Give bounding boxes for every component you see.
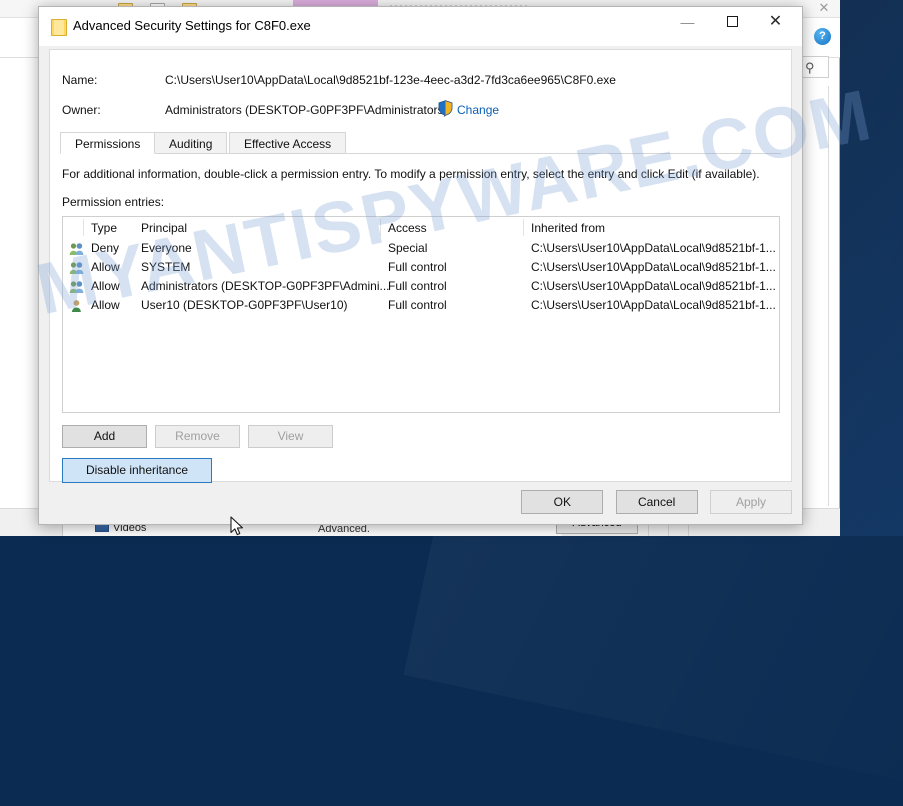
apply-button: Apply xyxy=(710,490,792,514)
background-close-icon[interactable]: ✕ xyxy=(816,1,832,15)
cell-inherited-from: C:\Users\User10\AppData\Local\9d8521bf-1… xyxy=(531,279,776,293)
table-row[interactable]: Allow SYSTEM Full control C:\Users\User1… xyxy=(63,258,779,277)
column-divider xyxy=(380,219,381,236)
cell-inherited-from: C:\Users\User10\AppData\Local\9d8521bf-1… xyxy=(531,241,776,255)
permission-entries-label: Permission entries: xyxy=(62,195,165,209)
user-icon xyxy=(72,300,81,312)
info-text: For additional information, double-click… xyxy=(62,167,760,181)
ok-button[interactable]: OK xyxy=(521,490,604,514)
group-icon xyxy=(69,281,84,293)
cell-access: Full control xyxy=(388,298,447,312)
view-button: View xyxy=(248,425,333,448)
name-value: C:\Users\User10\AppData\Local\9d8521bf-1… xyxy=(165,73,616,87)
dialog-body: Name: C:\Users\User10\AppData\Local\9d85… xyxy=(49,49,792,536)
group-icon xyxy=(69,243,84,255)
group-icon xyxy=(69,262,84,274)
tab-strip: Permissions Auditing Effective Access xyxy=(60,132,781,154)
name-label: Name: xyxy=(62,73,98,87)
cancel-button[interactable]: Cancel xyxy=(615,490,698,514)
minimize-icon: — xyxy=(680,14,695,30)
cell-principal: SYSTEM xyxy=(141,260,191,274)
dialog-title: Advanced Security Settings for C8F0.exe xyxy=(73,18,311,33)
cell-principal: Administrators (DESKTOP-G0PF3PF\Admini..… xyxy=(141,279,390,293)
cell-access: Special xyxy=(388,241,428,255)
table-header-row: Type Principal Access Inherited from xyxy=(63,217,779,239)
cell-inherited-from: C:\Users\User10\AppData\Local\9d8521bf-1… xyxy=(531,298,776,312)
disable-inheritance-button[interactable]: Disable inheritance xyxy=(62,458,212,483)
column-header-principal[interactable]: Principal xyxy=(141,221,187,235)
dialog-footer: OK Cancel Apply xyxy=(512,490,792,514)
cell-type: Allow xyxy=(91,298,120,312)
owner-value: Administrators (DESKTOP-G0PF3PF\Administ… xyxy=(165,103,448,117)
tab-underline xyxy=(60,153,781,154)
cell-type: Allow xyxy=(91,260,120,274)
cell-inherited-from: C:\Users\User10\AppData\Local\9d8521bf-1… xyxy=(531,260,776,274)
help-icon[interactable]: ? xyxy=(814,28,831,45)
table-row[interactable]: Allow User10 (DESKTOP-G0PF3PF\User10) Fu… xyxy=(63,296,779,315)
column-divider xyxy=(83,219,84,236)
cell-access: Full control xyxy=(388,279,447,293)
cell-access: Full control xyxy=(388,260,447,274)
close-button[interactable]: ✕ xyxy=(753,7,798,37)
column-divider xyxy=(523,219,524,236)
maximize-icon xyxy=(727,16,738,27)
minimize-button[interactable]: — xyxy=(665,7,710,37)
cell-type: Deny xyxy=(91,241,120,255)
dialog-titlebar[interactable]: Advanced Security Settings for C8F0.exe … xyxy=(39,7,802,46)
tab-auditing[interactable]: Auditing xyxy=(154,132,228,154)
folder-icon xyxy=(51,19,67,36)
cell-type: Allow xyxy=(91,279,120,293)
add-button[interactable]: Add xyxy=(62,425,147,448)
remove-button: Remove xyxy=(155,425,240,448)
cell-principal: Everyone xyxy=(141,241,192,255)
column-header-type[interactable]: Type xyxy=(91,221,117,235)
cell-principal: User10 (DESKTOP-G0PF3PF\User10) xyxy=(141,298,348,312)
advanced-security-settings-dialog: Advanced Security Settings for C8F0.exe … xyxy=(38,6,803,536)
uac-shield-icon xyxy=(438,100,453,116)
permission-entries-list[interactable]: Type Principal Access Inherited from Den… xyxy=(62,216,780,413)
tab-effective-access[interactable]: Effective Access xyxy=(229,132,347,154)
maximize-button[interactable] xyxy=(710,7,755,37)
table-row[interactable]: Allow Administrators (DESKTOP-G0PF3PF\Ad… xyxy=(63,277,779,296)
column-header-inherited-from[interactable]: Inherited from xyxy=(531,221,605,235)
column-header-access[interactable]: Access xyxy=(388,221,427,235)
table-row[interactable]: Deny Everyone Special C:\Users\User10\Ap… xyxy=(63,239,779,258)
close-icon: ✕ xyxy=(768,13,783,30)
search-icon: ⚲ xyxy=(805,60,815,75)
tab-permissions[interactable]: Permissions xyxy=(60,132,156,154)
change-owner-link[interactable]: Change xyxy=(457,103,499,117)
owner-label: Owner: xyxy=(62,103,101,117)
panel-divider xyxy=(828,86,829,506)
